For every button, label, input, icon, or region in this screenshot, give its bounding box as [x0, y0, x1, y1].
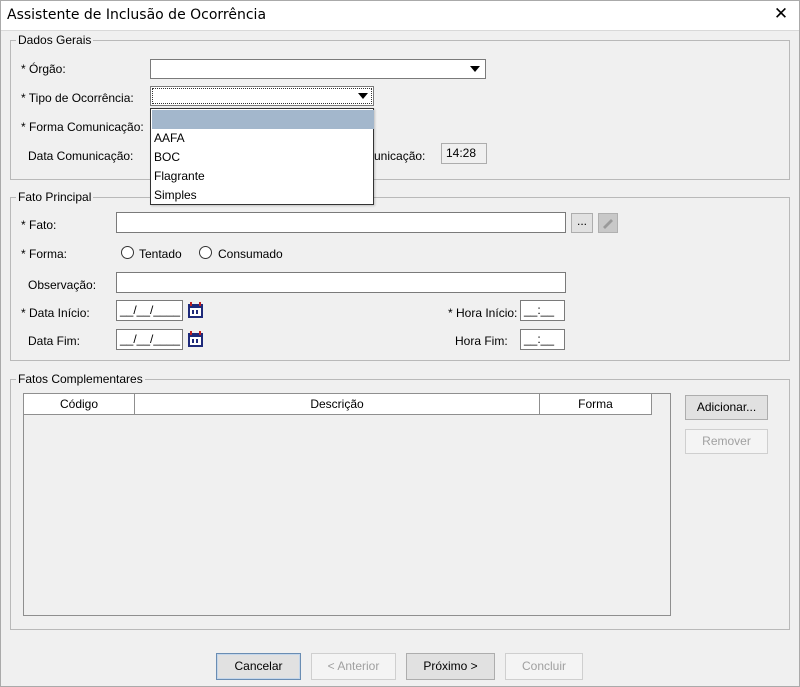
hora-comunicacao-field: 14:28: [441, 143, 487, 164]
concluir-button[interactable]: Concluir: [505, 653, 583, 680]
fato-label: * Fato:: [21, 218, 57, 232]
anterior-label: < Anterior: [327, 659, 380, 673]
fatos-table[interactable]: Código Descrição Forma: [23, 393, 671, 616]
hora-inicio-label: * Hora Início:: [448, 306, 518, 320]
orgao-label: * Órgão:: [21, 62, 66, 76]
dropdown-option-flagrante[interactable]: Flagrante: [152, 167, 374, 186]
hora-comunicacao-label: unicação:: [374, 149, 426, 163]
fato-browse-button[interactable]: ...: [571, 213, 593, 233]
hora-comunicacao-value: 14:28: [446, 146, 477, 160]
consumado-radio[interactable]: [199, 246, 212, 259]
adicionar-button[interactable]: Adicionar...: [685, 395, 768, 420]
anterior-button[interactable]: < Anterior: [311, 653, 396, 680]
tipo-ocorrencia-dropdown-list[interactable]: AAFA BOC Flagrante Simples: [150, 108, 374, 205]
chevron-down-icon: [358, 93, 368, 99]
data-inicio-label: * Data Início:: [21, 306, 90, 320]
observacao-label: Observação:: [28, 278, 97, 292]
data-fim-label: Data Fim:: [28, 334, 81, 348]
tentado-label[interactable]: Tentado: [139, 247, 182, 261]
window-title: Assistente de Inclusão de Ocorrência: [7, 7, 267, 23]
dropdown-option-empty[interactable]: [152, 110, 374, 129]
tipo-ocorrencia-label: * Tipo de Ocorrência:: [21, 91, 134, 105]
hora-fim-input[interactable]: __:__: [520, 329, 565, 350]
column-header-descricao[interactable]: Descrição: [135, 394, 540, 415]
observacao-input[interactable]: [116, 272, 566, 293]
orgao-combo[interactable]: [150, 59, 486, 79]
hora-inicio-input[interactable]: __:__: [520, 300, 565, 321]
dropdown-option-boc[interactable]: BOC: [152, 148, 374, 167]
close-icon[interactable]: ✕: [770, 3, 792, 25]
column-header-codigo[interactable]: Código: [24, 394, 135, 415]
consumado-label[interactable]: Consumado: [218, 247, 283, 261]
fato-principal-legend: Fato Principal: [16, 190, 94, 204]
column-header-forma[interactable]: Forma: [540, 394, 652, 415]
remover-label: Remover: [702, 434, 751, 448]
dados-gerais-legend: Dados Gerais: [16, 33, 94, 47]
calendar-icon[interactable]: [187, 331, 205, 348]
proximo-label: Próximo >: [423, 659, 478, 673]
fatos-complementares-legend: Fatos Complementares: [16, 372, 145, 386]
hora-fim-label: Hora Fim:: [455, 334, 508, 348]
clear-icon: [598, 213, 618, 233]
dropdown-option-aafa[interactable]: AAFA: [152, 129, 374, 148]
concluir-label: Concluir: [521, 659, 566, 673]
data-fim-input[interactable]: __/__/____: [116, 329, 183, 350]
dropdown-option-simples[interactable]: Simples: [152, 186, 374, 205]
proximo-button[interactable]: Próximo >: [406, 653, 495, 680]
adicionar-label: Adicionar...: [696, 400, 757, 414]
calendar-icon[interactable]: [187, 302, 205, 319]
data-inicio-input[interactable]: __/__/____: [116, 300, 183, 321]
cancelar-label: Cancelar: [234, 659, 283, 673]
fato-input[interactable]: [116, 212, 566, 233]
data-comunicacao-label: Data Comunicação:: [28, 149, 134, 163]
tipo-ocorrencia-combo[interactable]: [150, 86, 374, 106]
remover-button[interactable]: Remover: [685, 429, 768, 454]
forma-comunicacao-label: * Forma Comunicação:: [21, 120, 144, 134]
chevron-down-icon: [470, 66, 480, 72]
tentado-radio[interactable]: [121, 246, 134, 259]
cancelar-button[interactable]: Cancelar: [216, 653, 301, 680]
forma-label: * Forma:: [21, 247, 68, 261]
